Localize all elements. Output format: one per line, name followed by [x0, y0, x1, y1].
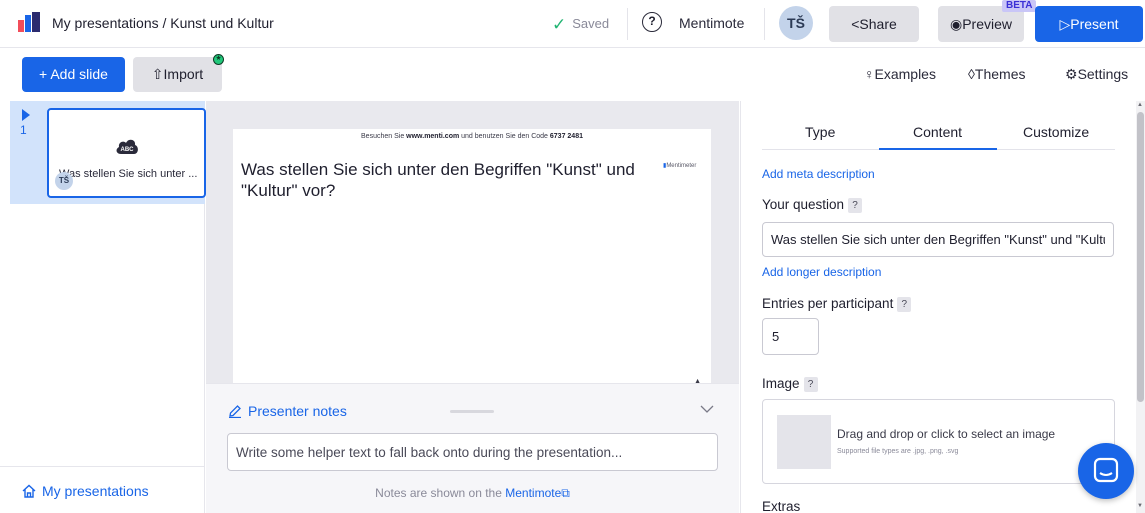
avatar: TŠ	[55, 172, 73, 190]
resize-handle[interactable]	[450, 410, 494, 413]
presenter-notes-title[interactable]: Presenter notes	[248, 403, 347, 419]
import-label: Import	[163, 66, 204, 82]
slide-list-item[interactable]: 1 ABC Was stellen Sie sich unter ... TŠ	[10, 101, 206, 204]
preview-label: Preview	[962, 16, 1012, 32]
play-icon: ▷	[1059, 16, 1071, 32]
saved-label: Saved	[572, 16, 610, 31]
add-slide-button[interactable]: + Add slide	[22, 57, 125, 92]
image-label-text: Image	[762, 376, 800, 391]
notes-footer-text: Notes are shown on the	[375, 486, 506, 500]
notes-footer: Notes are shown on the Mentimote⧉	[206, 486, 739, 501]
settings-label: Settings	[1077, 66, 1129, 82]
dropzone-filetypes: Supported file types are .jpg, .png, .sv…	[837, 448, 959, 455]
external-link-icon[interactable]: ⧉	[561, 486, 570, 500]
slides-panel: 1 ABC Was stellen Sie sich unter ... TŠ	[0, 101, 206, 513]
help-icon[interactable]: ?	[848, 198, 863, 213]
your-question-text: Your question	[762, 197, 845, 212]
slide-preview[interactable]: Besuchen Sie www.menti.com und benutzen …	[233, 129, 711, 385]
scrollbar-thumb[interactable]	[1137, 112, 1144, 402]
lightbulb-icon: ♀	[864, 66, 875, 82]
join-prefix: Besuchen Sie	[361, 133, 407, 140]
brand-label: Mentimeter	[666, 163, 697, 169]
cloud-abc-icon: ABC	[116, 139, 138, 154]
examples-button[interactable]: ♀Examples	[864, 66, 936, 82]
dropzone-text: Drag and drop or click to select an imag…	[837, 427, 1056, 441]
mentimeter-brand: ▮Mentimeter	[663, 162, 696, 169]
themes-button[interactable]: ◊Themes	[968, 66, 1026, 82]
present-button[interactable]: ▷Present	[1035, 6, 1143, 42]
eye-icon: ◉	[949, 16, 963, 32]
themes-label: Themes	[974, 66, 1026, 82]
slide-question-text: Was stellen Sie sich unter den Begriffen…	[241, 160, 635, 200]
divider	[764, 8, 765, 40]
share-button[interactable]: <Share	[829, 6, 919, 42]
extras-label: Extras	[762, 499, 801, 513]
image-dropzone[interactable]: Drag and drop or click to select an imag…	[762, 399, 1115, 484]
entries-label-text: Entries per participant	[762, 296, 894, 311]
chat-button[interactable]	[1078, 443, 1134, 499]
help-icon[interactable]: ?	[642, 12, 662, 32]
editor-panel: Type Content Customize Add meta descript…	[740, 101, 1136, 513]
join-instructions: Besuchen Sie www.menti.com und benutzen …	[233, 133, 711, 140]
settings-button[interactable]: ⚙Settings	[1065, 66, 1128, 83]
help-icon[interactable]: ?	[803, 377, 818, 392]
mentimeter-logo-icon[interactable]	[18, 12, 40, 32]
add-longer-description-link[interactable]: Add longer description	[762, 265, 881, 279]
chat-icon	[1093, 457, 1119, 483]
question-input[interactable]	[762, 222, 1114, 257]
home-icon	[22, 484, 36, 498]
slide-number: 1	[20, 123, 27, 137]
cloud-abc-label: ABC	[121, 147, 135, 153]
slide-thumbnail[interactable]: ABC Was stellen Sie sich unter ... TŠ	[47, 108, 206, 198]
join-code: 6737 2481	[549, 133, 583, 140]
current-slide-marker-icon	[22, 109, 30, 121]
join-middle: und benutzen Sie den Code	[459, 133, 550, 140]
saved-status: ✓ Saved	[552, 15, 609, 35]
add-meta-description-link[interactable]: Add meta description	[762, 167, 875, 181]
tab-content[interactable]: Content	[913, 124, 962, 140]
top-bar: My presentations / Kunst und Kultur ✓ Sav…	[0, 0, 1145, 48]
mentimote-footer-link[interactable]: Mentimote	[505, 486, 561, 500]
scroll-down-icon[interactable]: ▼	[1137, 503, 1143, 509]
check-icon: ✓	[552, 15, 567, 34]
present-label: Present	[1070, 16, 1119, 32]
active-tab-indicator	[879, 148, 997, 150]
your-question-label: Your question?	[762, 197, 863, 213]
chevron-down-icon[interactable]	[700, 404, 714, 414]
gear-icon: ⚙	[1065, 66, 1078, 82]
avatar[interactable]: TŠ	[779, 6, 813, 40]
presenter-notes-panel: Presenter notes Notes are shown on the M…	[206, 383, 739, 513]
mentimote-link[interactable]: Mentimote	[679, 15, 744, 31]
scroll-up-icon[interactable]: ▲	[1137, 102, 1143, 108]
upload-icon: ⇧	[151, 66, 164, 82]
divider	[627, 8, 628, 40]
join-url: www.menti.com	[406, 133, 460, 140]
my-presentations-label: My presentations	[42, 483, 149, 499]
help-icon[interactable]: ?	[897, 297, 912, 312]
slide-thumbnail-title: Was stellen Sie sich unter ...	[59, 168, 198, 180]
beta-badge: BETA	[1002, 0, 1037, 12]
tab-type[interactable]: Type	[805, 124, 835, 140]
breadcrumb[interactable]: My presentations / Kunst und Kultur	[52, 15, 274, 31]
droplet-icon: ◊	[968, 66, 975, 82]
tab-customize[interactable]: Customize	[1023, 124, 1089, 140]
pencil-icon	[229, 405, 241, 418]
share-label: Share	[859, 16, 897, 32]
image-placeholder	[777, 415, 831, 469]
entries-per-participant-label: Entries per participant?	[762, 296, 912, 312]
presenter-notes-input[interactable]	[227, 433, 718, 471]
star-badge-icon: ★	[213, 54, 224, 65]
my-presentations-link[interactable]: My presentations	[0, 466, 205, 513]
examples-label: Examples	[874, 66, 936, 82]
import-button[interactable]: ⇧Import	[133, 57, 222, 92]
slide-canvas: Besuchen Sie www.menti.com und benutzen …	[206, 101, 739, 385]
entries-input[interactable]	[762, 318, 819, 355]
image-label: Image?	[762, 376, 818, 392]
